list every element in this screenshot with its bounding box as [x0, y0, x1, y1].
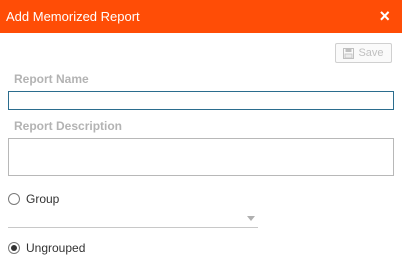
chevron-down-icon [247, 216, 255, 221]
dialog-title: Add Memorized Report [6, 9, 140, 24]
report-name-label: Report Name [14, 72, 89, 86]
add-memorized-report-dialog: Add Memorized Report × Save Report Name … [0, 0, 402, 265]
report-description-label: Report Description [14, 119, 123, 133]
group-select[interactable] [8, 210, 258, 228]
group-radio[interactable] [8, 193, 20, 205]
group-radio-label: Group [26, 192, 60, 206]
report-name-input[interactable] [8, 91, 394, 110]
ungrouped-radio-label: Ungrouped [26, 241, 86, 255]
save-button-label: Save [358, 47, 384, 59]
report-description-input[interactable] [8, 138, 394, 176]
close-icon[interactable]: × [379, 6, 390, 26]
group-radio-option[interactable]: Group [8, 191, 59, 207]
floppy-disk-icon [343, 47, 355, 59]
dialog-titlebar: Add Memorized Report × [0, 0, 402, 33]
ungrouped-radio-option[interactable]: Ungrouped [8, 240, 85, 256]
save-button[interactable]: Save [335, 43, 392, 63]
ungrouped-radio[interactable] [8, 242, 20, 254]
